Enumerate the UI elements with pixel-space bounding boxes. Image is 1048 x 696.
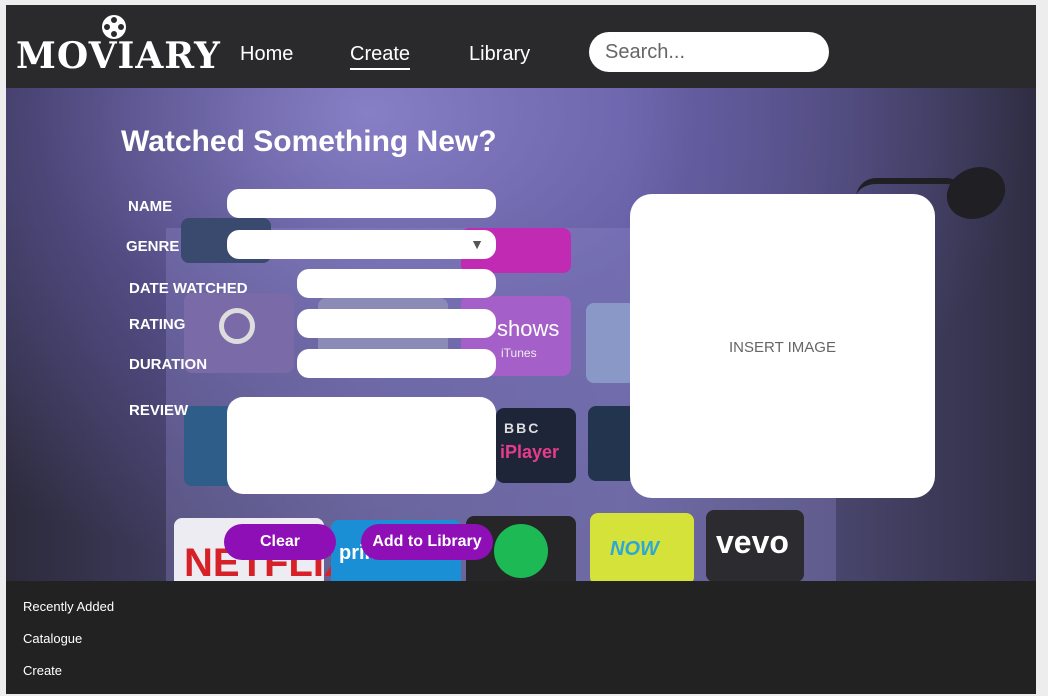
tile-vevo: vevo	[706, 510, 804, 581]
review-label: REVIEW	[129, 402, 189, 419]
logo[interactable]: MOVIARY	[16, 35, 221, 77]
spotify-icon	[494, 524, 548, 578]
app-window: MOVIARY Home Create Library shows iTunes…	[6, 5, 1036, 694]
footer-link-catalogue[interactable]: Catalogue	[23, 631, 82, 646]
duration-field[interactable]	[297, 349, 496, 378]
name-label: NAME	[128, 198, 173, 215]
rating-field[interactable]	[297, 309, 496, 338]
insert-image-dropzone[interactable]: INSERT IMAGE	[630, 194, 935, 498]
dropdown-arrow-icon: ▼	[470, 236, 484, 252]
footer-link-create[interactable]: Create	[23, 663, 62, 678]
top-navbar: MOVIARY Home Create Library	[6, 5, 1036, 88]
date-watched-label: DATE WATCHED	[129, 280, 248, 297]
genre-select[interactable]: ▼	[227, 230, 496, 259]
shows-text: shows	[497, 316, 560, 341]
duration-label: DURATION	[129, 356, 208, 373]
podcast-icon	[219, 308, 255, 344]
tile	[588, 406, 636, 481]
genre-label: GENRE	[126, 238, 180, 255]
review-textarea[interactable]	[227, 397, 496, 494]
footer-link-recently-added[interactable]: Recently Added	[23, 599, 114, 614]
footer: Recently Added Catalogue Create	[6, 581, 1036, 694]
vevo-text: vevo	[716, 524, 789, 560]
tile	[586, 303, 636, 383]
insert-image-label: INSERT IMAGE	[729, 339, 836, 356]
bbc-text: BBC	[504, 420, 541, 436]
nav-library[interactable]: Library	[469, 43, 530, 66]
page-title: Watched Something New?	[121, 125, 497, 158]
now-text: NOW	[610, 538, 659, 560]
itunes-text: iTunes	[501, 346, 537, 360]
date-watched-field[interactable]	[297, 269, 496, 298]
iplayer-text: iPlayer	[500, 442, 560, 462]
tile-bbc-iplayer: BBC iPlayer	[496, 408, 576, 483]
nav-create[interactable]: Create	[350, 43, 411, 70]
tile-now: NOW	[590, 513, 694, 581]
nav-home[interactable]: Home	[240, 43, 293, 66]
clear-button[interactable]: Clear	[224, 524, 336, 560]
name-field[interactable]	[227, 189, 496, 218]
search-input[interactable]	[589, 32, 829, 72]
rating-label: RATING	[129, 316, 186, 333]
add-to-library-button[interactable]: Add to Library	[361, 524, 493, 560]
